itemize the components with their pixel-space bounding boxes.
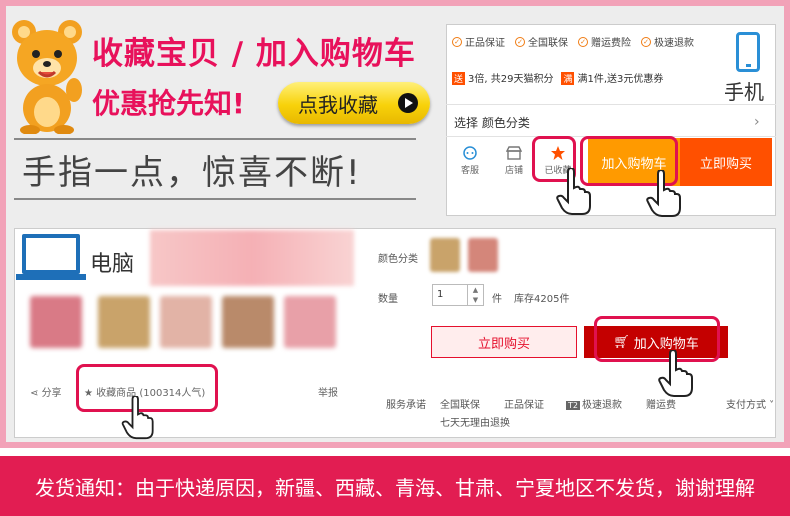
pointer-hand-icon — [646, 170, 681, 217]
pointer-hand-icon — [658, 350, 693, 397]
product-banner — [150, 230, 354, 286]
select-color-row[interactable]: 选择 颜色分类 — [454, 114, 530, 131]
guarantee-row: ✓ 正品保证 ✓ 全国联保 ✓ 赠运费险 ✓ 极速退款 — [452, 34, 694, 49]
quantity-input[interactable]: 1 — [432, 284, 468, 306]
monitor-icon — [22, 234, 80, 274]
service-item: 全国联保 — [440, 400, 480, 411]
color-label: 颜色分类 — [378, 254, 418, 265]
service-item: T2 极速退款 — [566, 400, 622, 411]
buy-now-pc-button[interactable]: 立即购买 — [431, 326, 577, 358]
guarantee-item: ✓ 全国联保 — [515, 34, 568, 49]
payment-dropdown[interactable]: 支付方式 ˅ — [726, 396, 774, 411]
report-link[interactable]: 举报 — [318, 384, 338, 399]
headline: 收藏宝贝 / 加入购物车 — [92, 36, 416, 72]
product-thumbnail[interactable] — [98, 296, 150, 348]
service-item: 正品保证 — [504, 400, 544, 411]
arrow-down-icon[interactable]: ▼ — [468, 295, 483, 305]
phone-label: 手机 — [724, 80, 764, 104]
chat-icon — [463, 146, 477, 160]
store-button[interactable]: 店铺 — [492, 140, 536, 188]
check-icon: ✓ — [641, 36, 651, 47]
color-swatch[interactable] — [430, 238, 460, 272]
store-icon — [506, 146, 522, 160]
product-thumbnail[interactable] — [222, 296, 274, 348]
highlight-box — [594, 316, 720, 362]
customer-service-button[interactable]: 客服 — [448, 140, 492, 188]
subheadline: 优惠抢先知! — [92, 87, 245, 120]
arrow-up-icon[interactable]: ▲ — [468, 285, 483, 295]
guarantee-item: ✓ 正品保证 — [452, 34, 505, 49]
check-icon: ✓ — [578, 36, 588, 47]
product-thumbnail[interactable] — [160, 296, 212, 348]
check-icon: ✓ — [452, 36, 462, 47]
services-label: 服务承诺 — [386, 400, 426, 411]
guarantee-item: ✓ 极速退款 — [641, 34, 694, 49]
tagline: 手指一点，惊喜不断! — [14, 138, 416, 200]
monitor-base — [16, 274, 86, 280]
product-thumbnail[interactable] — [284, 296, 336, 348]
promo-item: 送 3倍, 共29天猫积分 — [452, 72, 554, 85]
pointer-hand-icon — [121, 396, 154, 440]
check-icon: ✓ — [515, 36, 525, 47]
favorite-store-button[interactable]: 点我收藏 — [278, 82, 430, 124]
quantity-label: 数量 — [378, 294, 398, 305]
quantity-stepper[interactable]: ▲ ▼ — [468, 284, 484, 306]
service-item: 赠运费 — [646, 400, 676, 411]
chevron-down-icon: ˅ — [766, 400, 775, 411]
mobile-phone-icon — [736, 32, 760, 72]
quantity-unit: 件 — [492, 294, 502, 305]
promo-item: 满满1件,送3元优惠券 — [561, 72, 664, 85]
stock-label: 库存4205件 — [514, 294, 570, 305]
share-link[interactable]: ⋖ 分享 — [30, 384, 62, 399]
divider — [446, 104, 776, 105]
shipping-notice: 发货通知：由于快递原因，新疆、西藏、青海、甘肃、宁夏地区不发货，谢谢理解 — [0, 456, 790, 516]
buy-now-mobile-button[interactable]: 立即购买 — [680, 138, 772, 186]
pointer-hand-icon — [556, 168, 591, 215]
promo-row: 送 3倍, 共29天猫积分 满满1件,送3元优惠券 — [452, 70, 663, 85]
color-swatch[interactable] — [468, 238, 498, 272]
share-icon: ⋖ — [30, 388, 42, 399]
favorite-store-label: 点我收藏 — [298, 92, 378, 117]
chevron-right-icon: › — [754, 114, 760, 130]
play-icon — [398, 93, 418, 113]
pc-label: 电脑 — [90, 252, 135, 277]
bear-mascot-icon — [12, 20, 82, 134]
product-thumbnail[interactable] — [30, 296, 82, 348]
refund-policy: 七天无理由退换 — [440, 418, 510, 429]
guarantee-item: ✓ 赠运费险 — [578, 34, 631, 49]
